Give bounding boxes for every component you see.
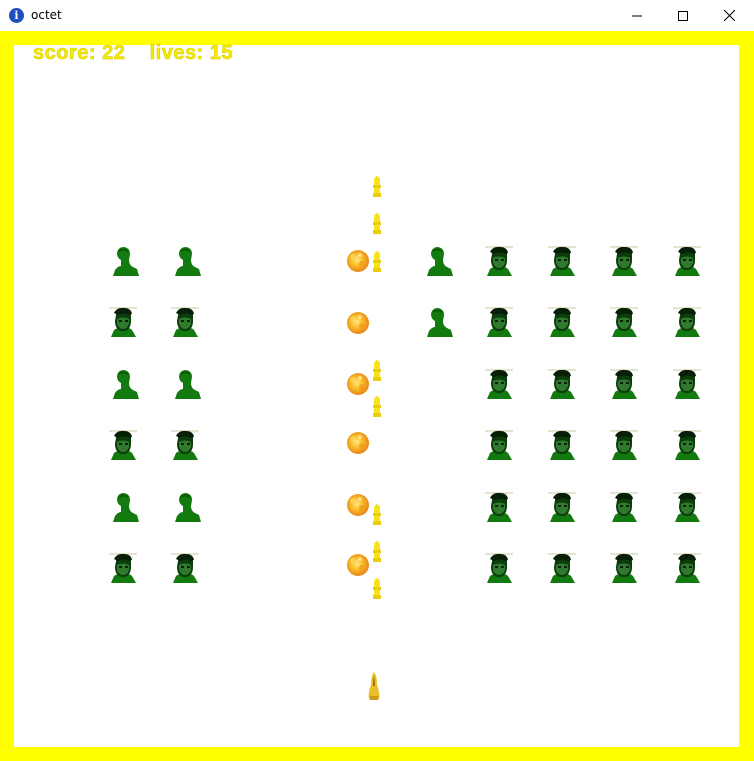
soldier-face-icon bbox=[109, 307, 137, 337]
maximize-button[interactable] bbox=[660, 0, 706, 31]
bullet-icon bbox=[373, 251, 381, 272]
bullet-icon bbox=[373, 213, 381, 234]
fireball-icon bbox=[347, 494, 369, 516]
green-silhouette-icon bbox=[175, 493, 201, 522]
fireball-icon bbox=[347, 312, 369, 334]
window-titlebar[interactable]: i octet bbox=[0, 0, 754, 32]
bullet-icon bbox=[373, 541, 381, 562]
fireball-icon bbox=[347, 250, 369, 272]
soldier-face-icon bbox=[485, 307, 513, 337]
soldier-face-icon bbox=[171, 553, 199, 583]
lives-text: lives: 15 bbox=[149, 42, 234, 65]
bullet-icon bbox=[373, 396, 381, 417]
bullet-icon bbox=[373, 176, 381, 197]
soldier-face-icon bbox=[610, 553, 638, 583]
bullet-icon bbox=[373, 360, 381, 381]
soldier-face-icon bbox=[548, 492, 576, 522]
soldier-face-icon bbox=[171, 307, 199, 337]
soldier-face-icon bbox=[485, 492, 513, 522]
soldier-face-icon bbox=[673, 430, 701, 460]
score-text: score: 22 bbox=[33, 42, 126, 65]
fireball-icon bbox=[347, 432, 369, 454]
soldier-face-icon bbox=[485, 369, 513, 399]
window-title: octet bbox=[31, 8, 62, 22]
green-silhouette-icon bbox=[427, 247, 453, 276]
soldier-face-icon bbox=[610, 430, 638, 460]
soldier-face-icon bbox=[548, 430, 576, 460]
soldier-face-icon bbox=[171, 430, 199, 460]
soldier-face-icon bbox=[109, 430, 137, 460]
soldier-face-icon bbox=[548, 246, 576, 276]
soldier-face-icon bbox=[673, 553, 701, 583]
minimize-icon bbox=[632, 15, 642, 16]
player-ship-icon bbox=[368, 672, 380, 700]
soldier-face-icon bbox=[673, 369, 701, 399]
bullet-icon bbox=[373, 504, 381, 525]
soldier-face-icon bbox=[673, 307, 701, 337]
soldier-face-icon bbox=[485, 430, 513, 460]
soldier-face-icon bbox=[673, 246, 701, 276]
soldier-face-icon bbox=[673, 492, 701, 522]
soldier-face-icon bbox=[548, 369, 576, 399]
green-silhouette-icon bbox=[113, 370, 139, 399]
soldier-face-icon bbox=[548, 553, 576, 583]
soldier-face-icon bbox=[485, 246, 513, 276]
bullet-icon bbox=[373, 578, 381, 599]
soldier-face-icon bbox=[610, 492, 638, 522]
close-icon bbox=[723, 10, 735, 21]
fireball-icon bbox=[347, 554, 369, 576]
soldier-face-icon bbox=[548, 307, 576, 337]
fireball-icon bbox=[347, 373, 369, 395]
minimize-button[interactable] bbox=[614, 0, 660, 31]
green-silhouette-icon bbox=[175, 370, 201, 399]
green-silhouette-icon bbox=[113, 247, 139, 276]
green-silhouette-icon bbox=[427, 308, 453, 337]
green-silhouette-icon bbox=[113, 493, 139, 522]
soldier-face-icon bbox=[485, 553, 513, 583]
app-info-icon: i bbox=[9, 8, 24, 23]
close-button[interactable] bbox=[706, 0, 752, 31]
soldier-face-icon bbox=[109, 553, 137, 583]
soldier-face-icon bbox=[610, 307, 638, 337]
soldier-face-icon bbox=[610, 369, 638, 399]
hud: score: 22 lives: 15 bbox=[33, 42, 233, 65]
green-silhouette-icon bbox=[175, 247, 201, 276]
soldier-face-icon bbox=[610, 246, 638, 276]
maximize-icon bbox=[678, 10, 688, 21]
